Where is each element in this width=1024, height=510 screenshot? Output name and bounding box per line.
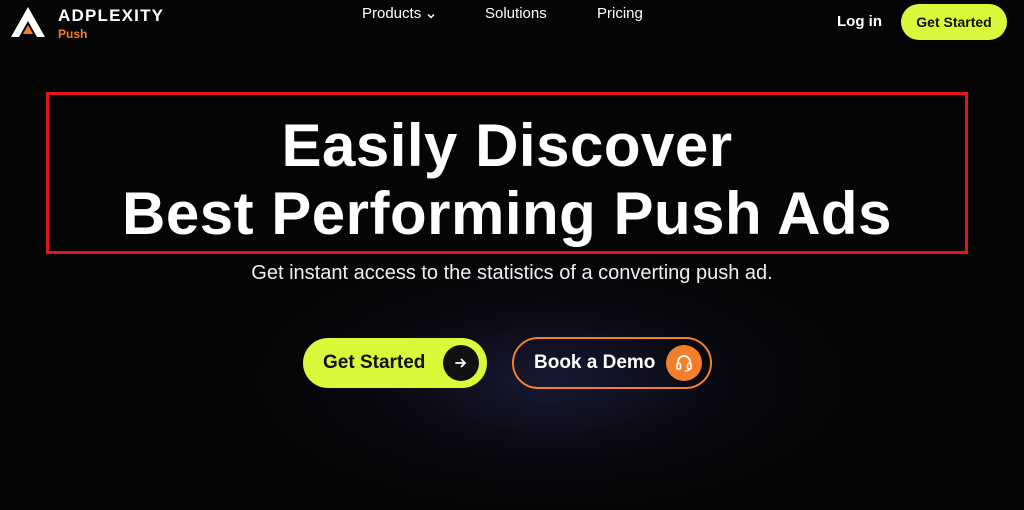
- logo-icon: [8, 4, 48, 40]
- arrow-right-icon: [443, 345, 479, 381]
- nav-item-products[interactable]: Products: [362, 5, 436, 22]
- headset-icon: [666, 345, 702, 381]
- nav-item-label: Products: [362, 4, 422, 22]
- book-demo-button[interactable]: Book a Demo: [512, 337, 712, 389]
- hero-title-line-1: Easily Discover: [281, 112, 733, 179]
- brand-name: ADPLEXITY: [58, 6, 165, 25]
- nav-item-label: Pricing: [597, 4, 643, 22]
- get-started-button[interactable]: Get Started: [303, 338, 487, 388]
- hero-subtitle: Get instant access to the statistics of …: [251, 262, 773, 284]
- get-started-label: Get Started: [323, 352, 426, 373]
- nav-item-label: Solutions: [485, 4, 547, 22]
- hero-title-line-2: Best Performing Push Ads: [122, 180, 892, 247]
- book-demo-label: Book a Demo: [534, 352, 656, 373]
- hero-title: Easily Discover Best Performing Push Ads: [46, 112, 968, 248]
- nav-item-pricing[interactable]: Pricing: [597, 5, 643, 22]
- brand-logo[interactable]: ADPLEXITY Push: [8, 4, 164, 40]
- nav-item-solutions[interactable]: Solutions: [485, 5, 547, 22]
- brand-product: Push: [58, 27, 88, 41]
- chevron-down-icon: [426, 8, 436, 19]
- header-get-started-button[interactable]: Get Started: [901, 4, 1007, 40]
- login-link[interactable]: Log in: [837, 13, 882, 30]
